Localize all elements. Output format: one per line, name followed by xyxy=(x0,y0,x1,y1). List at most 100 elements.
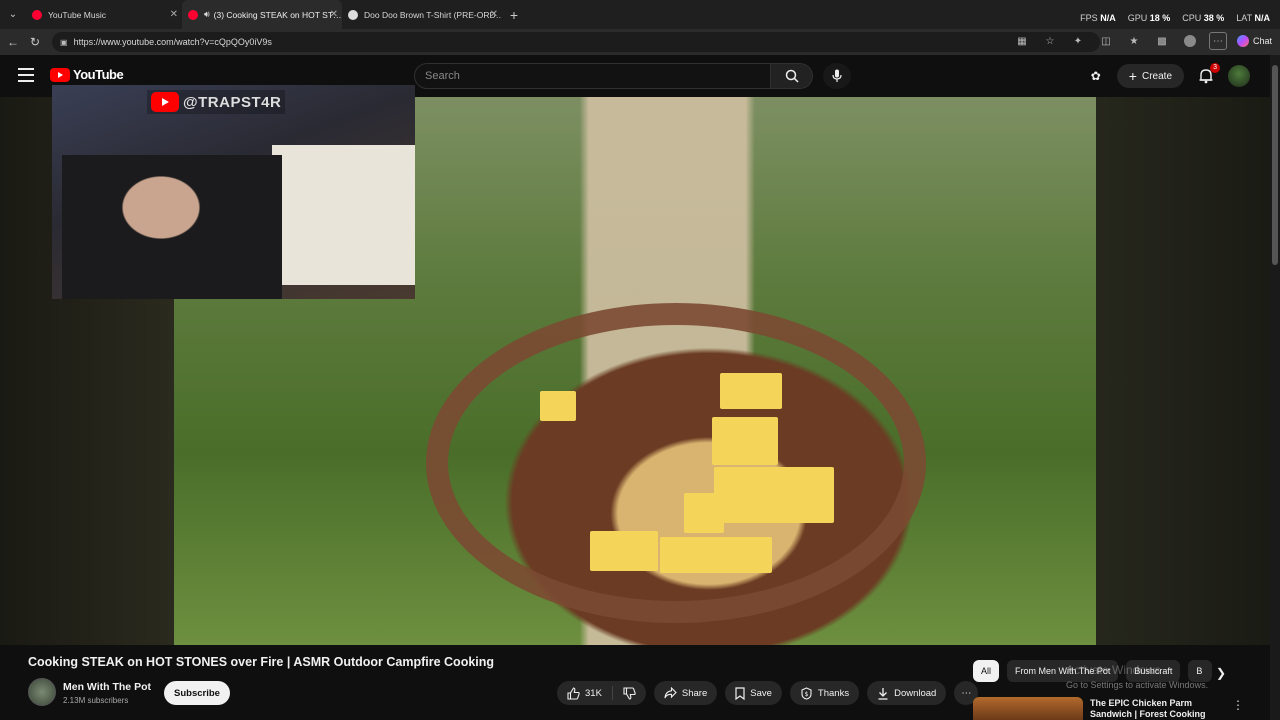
settings-more-icon[interactable]: ⋯ xyxy=(1208,32,1227,50)
windows-activation-watermark: Activate Windows xyxy=(1066,663,1161,677)
thumbs-down-icon xyxy=(623,686,636,700)
recommended-video-more-icon[interactable]: ⋮ xyxy=(1232,698,1244,712)
streamer-webcam-overlay: @TRAPST4R xyxy=(52,85,415,299)
tshirt-background xyxy=(272,145,415,285)
wooden-bowl xyxy=(426,303,926,623)
chip-all[interactable]: All xyxy=(973,660,1000,682)
channel-name[interactable]: Men With The Pot xyxy=(63,681,151,693)
subscribe-button[interactable]: Subscribe xyxy=(164,681,230,705)
youtube-logo[interactable]: YouTube xyxy=(50,67,124,82)
extensions-icon[interactable]: ✦ xyxy=(1069,32,1087,50)
collections-icon[interactable]: ▩ xyxy=(1153,32,1171,50)
microphone-icon xyxy=(832,69,842,82)
food-chunk xyxy=(684,493,724,533)
video-title: Cooking STEAK on HOT STONES over Fire | … xyxy=(28,655,495,669)
save-label: Save xyxy=(750,687,772,699)
windows-activation-subtext: Go to Settings to activate Windows. xyxy=(1066,680,1209,690)
youtube-favicon-icon xyxy=(188,9,198,20)
close-tab-icon[interactable]: ✕ xyxy=(490,9,498,20)
recommended-video-thumbnail[interactable] xyxy=(973,697,1083,720)
download-icon xyxy=(878,687,888,700)
tab-actions-menu-icon[interactable]: ⌄ xyxy=(0,0,26,29)
svg-text:$: $ xyxy=(805,691,809,698)
youtube-music-favicon-icon xyxy=(32,9,42,20)
save-button[interactable]: Save xyxy=(725,681,782,705)
account-avatar[interactable] xyxy=(1228,65,1250,87)
like-dislike-group: 31K xyxy=(557,681,646,705)
create-button[interactable]: + Create xyxy=(1116,64,1184,88)
page-scrollbar[interactable] xyxy=(1270,55,1280,720)
food-chunk xyxy=(714,467,834,523)
tab-youtube-music[interactable]: YouTube Music ✕ xyxy=(26,0,182,29)
tab-label: (3) Cooking STEAK on HOT ST… xyxy=(213,9,342,20)
food-chunk xyxy=(720,373,782,409)
tab-label: Doo Doo Brown T-Shirt (PRE-ORD… xyxy=(364,9,502,20)
back-arrow-icon[interactable]: ← xyxy=(2,31,24,53)
tab-label: YouTube Music xyxy=(48,9,106,20)
like-count: 31K xyxy=(585,687,602,699)
cpu-readout: CPU 38 % xyxy=(1182,13,1225,23)
notification-count-badge: 3 xyxy=(1210,63,1220,73)
youtube-play-icon xyxy=(50,67,70,82)
download-label: Download xyxy=(894,687,937,699)
food-chunk xyxy=(590,531,658,571)
plus-icon: + xyxy=(1128,68,1137,84)
search-button[interactable] xyxy=(771,63,813,89)
tab-cooking-steak[interactable]: 🔊︎ (3) Cooking STEAK on HOT ST… ✕ xyxy=(182,0,342,29)
share-icon xyxy=(664,687,677,699)
fps-readout: FPS N/A xyxy=(1080,13,1116,23)
close-tab-icon[interactable]: ✕ xyxy=(330,9,338,20)
gpu-readout: GPU 18 % xyxy=(1127,13,1171,23)
search-input[interactable]: Search xyxy=(414,63,771,89)
share-button[interactable]: Share xyxy=(653,681,718,705)
channel-avatar[interactable] xyxy=(28,678,56,706)
copilot-icon xyxy=(1236,35,1249,47)
reload-icon[interactable]: ↻ xyxy=(24,31,46,53)
site-info-icon[interactable]: ▣ xyxy=(60,38,68,47)
chip-partial[interactable]: B xyxy=(1188,660,1213,682)
url-field[interactable]: ▣ https://www.youtube.com/watch?v=cQpQOy… xyxy=(52,32,1100,52)
subscriber-count: 2.13M subscribers xyxy=(63,696,129,705)
chevron-right-icon[interactable]: ❯ xyxy=(1216,666,1226,680)
video-actions: 31K Share Save $ Thanks Download ⋯ xyxy=(557,681,979,705)
food-chunk xyxy=(540,391,576,421)
food-chunk xyxy=(712,417,778,465)
tab-doo-doo-brown[interactable]: Doo Doo Brown T-Shirt (PRE-ORD… ✕ xyxy=(342,0,502,29)
notifications-button[interactable]: 3 xyxy=(1196,63,1220,86)
browser-tab-strip: ⌄ YouTube Music ✕ 🔊︎ (3) Cooking STEAK o… xyxy=(0,0,1280,29)
bookmark-icon xyxy=(735,686,745,700)
like-button[interactable]: 31K xyxy=(557,681,612,705)
scrollbar-thumb[interactable] xyxy=(1272,65,1278,265)
app-available-icon[interactable]: ▦ xyxy=(1013,32,1031,50)
ambient-right xyxy=(1096,97,1270,645)
thanks-button[interactable]: $ Thanks xyxy=(789,681,860,705)
voice-search-button[interactable] xyxy=(823,63,851,89)
favorites-icon[interactable]: ★ xyxy=(1125,32,1143,50)
speaker-icon[interactable]: 🔊︎ xyxy=(204,9,210,20)
food-chunk xyxy=(660,537,772,573)
address-bar-row: ← ↻ ▣ https://www.youtube.com/watch?v=cQ… xyxy=(0,29,1280,55)
split-screen-icon[interactable]: ◫ xyxy=(1097,32,1115,50)
thumbs-up-icon xyxy=(567,686,580,700)
recommended-video-title[interactable]: The EPIC Chicken Parm Sandwich | Forest … xyxy=(1090,698,1220,720)
search-icon xyxy=(785,69,799,83)
youtube-logo-icon xyxy=(151,92,179,112)
url-text: https://www.youtube.com/watch?v=cQpQOy0i… xyxy=(73,37,272,47)
create-label: Create xyxy=(1141,70,1172,82)
thanks-label: Thanks xyxy=(817,687,850,699)
performance-overlay: FPS N/A GPU 18 % CPU 38 % LAT N/A xyxy=(1080,13,1270,23)
page-favicon-icon xyxy=(348,9,358,20)
download-button[interactable]: Download xyxy=(867,681,947,705)
youtube-wordmark: YouTube xyxy=(73,67,124,82)
extension-icon[interactable]: ✿ xyxy=(1087,67,1105,85)
copilot-chat-button[interactable]: Chat xyxy=(1236,35,1272,47)
dislike-button[interactable] xyxy=(613,681,646,705)
streamer-handle: @TRAPST4R xyxy=(147,90,286,114)
new-tab-icon[interactable]: + xyxy=(502,7,526,23)
favorite-star-icon[interactable]: ☆ xyxy=(1041,32,1059,50)
close-tab-icon[interactable]: ✕ xyxy=(170,9,178,20)
thanks-icon: $ xyxy=(801,686,812,700)
profile-avatar-icon[interactable] xyxy=(1181,32,1199,50)
streamer xyxy=(62,155,282,299)
hamburger-menu-icon[interactable] xyxy=(18,68,34,82)
